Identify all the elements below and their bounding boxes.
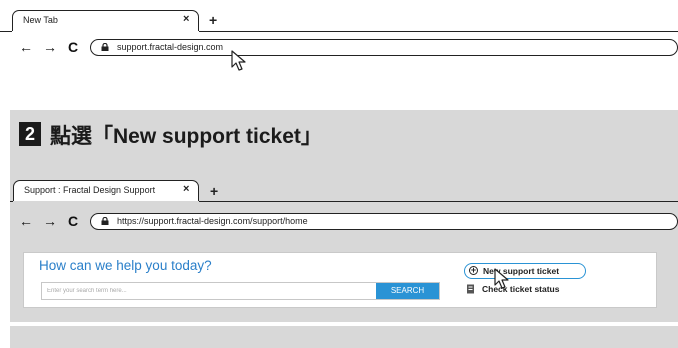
tabstrip-line (199, 31, 678, 32)
tab-close-icon[interactable]: × (183, 183, 189, 195)
page-background-lower (10, 326, 678, 348)
back-button[interactable]: ← (19, 40, 33, 54)
tab-title: Support : Fractal Design Support (24, 185, 156, 195)
address-url: support.fractal-design.com (117, 42, 224, 52)
step-number: 2 (19, 122, 41, 146)
tab-close-icon[interactable]: × (183, 13, 189, 25)
new-tab-button[interactable]: + (209, 13, 217, 27)
reload-button[interactable]: C (68, 214, 78, 228)
tabstrip-line (10, 201, 13, 202)
tab-support[interactable]: Support : Fractal Design Support × (13, 180, 199, 201)
mouse-cursor-icon (494, 268, 509, 289)
reload-button[interactable]: C (68, 40, 78, 54)
forward-button[interactable]: → (43, 40, 57, 54)
lock-icon (101, 217, 109, 225)
search-input[interactable] (42, 283, 376, 299)
help-panel: How can we help you today? SEARCH + New … (23, 252, 657, 308)
new-tab-button[interactable]: + (210, 184, 218, 198)
document-icon (467, 284, 474, 294)
back-button[interactable]: ← (19, 214, 33, 228)
lock-icon (101, 43, 109, 51)
search-button[interactable]: SEARCH (376, 283, 439, 299)
search-box: SEARCH (41, 282, 440, 300)
plus-circle-icon: + (469, 265, 478, 275)
tabstrip-line (0, 31, 12, 32)
forward-button[interactable]: → (43, 214, 57, 228)
help-title: How can we help you today? (39, 258, 212, 273)
address-bar[interactable]: https://support.fractal-design.com/suppo… (90, 213, 678, 230)
new-support-ticket-button[interactable]: + New support ticket (464, 263, 586, 279)
address-url: https://support.fractal-design.com/suppo… (117, 216, 308, 226)
tabstrip-line (199, 201, 678, 202)
mouse-cursor-icon (231, 50, 246, 71)
address-bar[interactable]: support.fractal-design.com (90, 39, 678, 56)
tab-new-tab[interactable]: New Tab × (12, 10, 199, 31)
tab-title: New Tab (23, 15, 58, 25)
step-instruction: 點選「New support ticket」 (50, 125, 322, 148)
